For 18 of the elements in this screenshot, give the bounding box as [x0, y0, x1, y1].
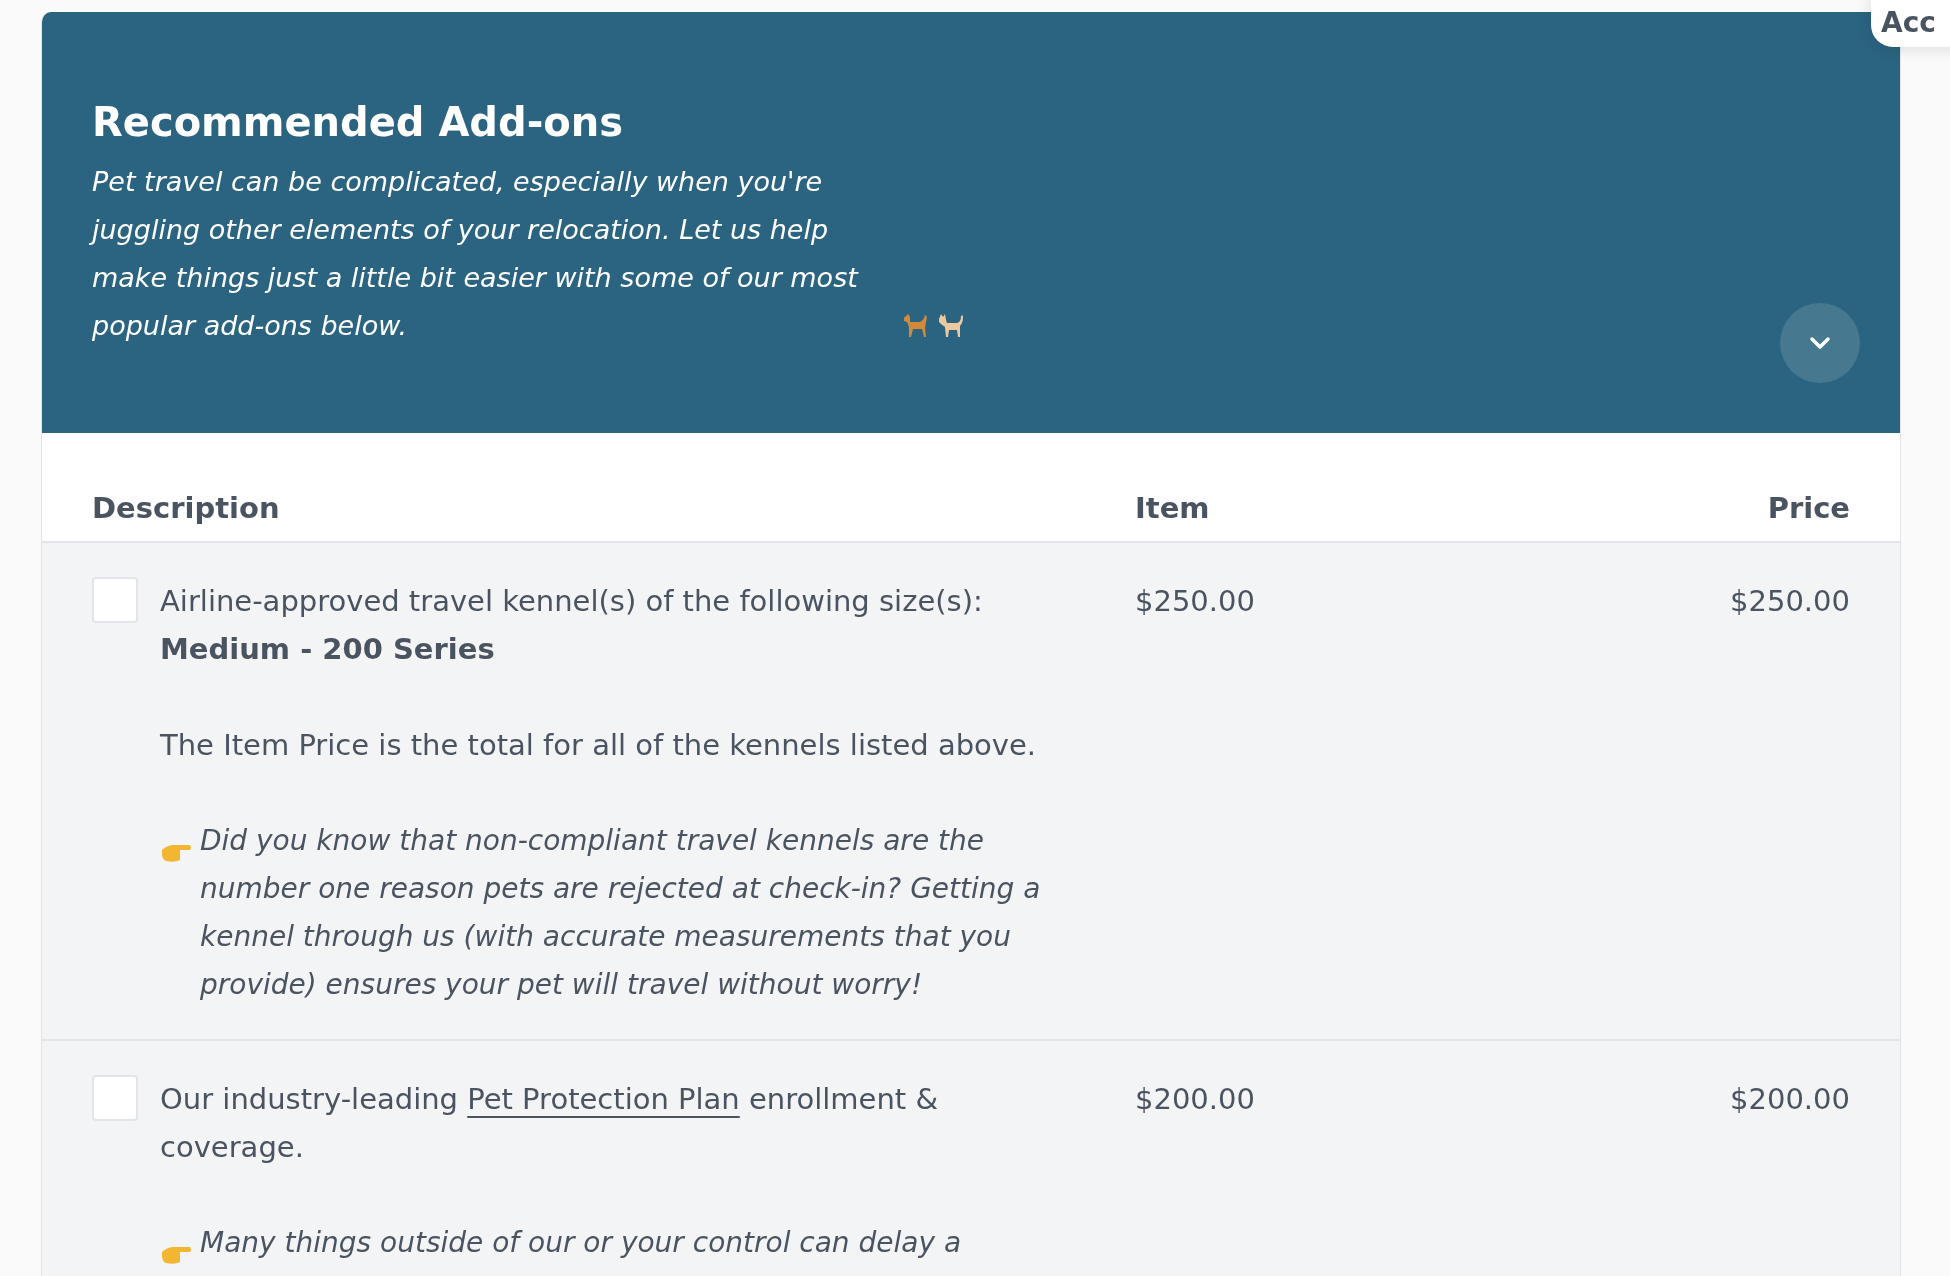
tip-text: Many things outside of our or your control can delay a: [200, 1224, 962, 1261]
item-description: Our industry-leading Pet Protection Plan enrollment & coverage.: [160, 1080, 939, 1166]
item-price: $250.00: [1135, 583, 1255, 618]
total-price: $250.00: [1730, 583, 1850, 618]
total-price: $200.00: [1730, 1081, 1850, 1116]
item-description: Airline-approved travel kennel(s) of the following size(s): Medium - 200 Series: [160, 582, 984, 668]
checkbox[interactable]: [92, 1074, 138, 1121]
tip-text: Did you know that non-compliant travel kennels are the number one reason pets are rejected at check-in? Getting a kennel through us (with accurate measurements that you provide) ensures your pet will travel without worry!: [200, 822, 1042, 1003]
column-header: Item: [1135, 491, 1210, 525]
column-header: Price: [1767, 491, 1850, 525]
column-header: Description: [92, 491, 280, 525]
section-title: Recommended Add-ons: [92, 98, 624, 146]
chevron-down-icon: [1809, 336, 1831, 350]
account-button[interactable]: Acc: [1871, 0, 1950, 47]
item-price: $200.00: [1135, 1081, 1255, 1116]
plan-link[interactable]: Pet Protection Plan: [467, 1081, 740, 1116]
note-text: The Item Price is the total for all of the kennels listed above.: [160, 726, 1037, 764]
checkbox[interactable]: [92, 576, 138, 623]
